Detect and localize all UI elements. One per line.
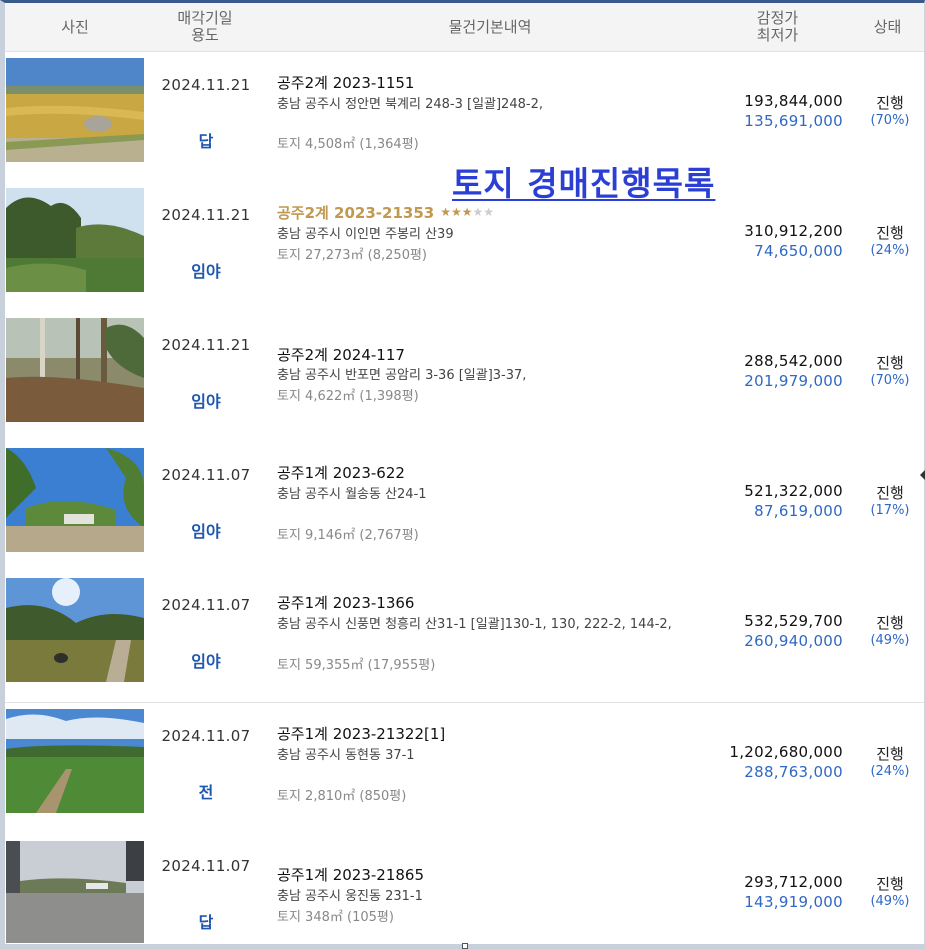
status-badge: 진행 bbox=[876, 875, 904, 893]
header-date: 매각기일 bbox=[177, 9, 233, 27]
usage-type: 전 bbox=[198, 783, 214, 802]
appraisal-price: 532,529,700 bbox=[744, 612, 843, 630]
table-row[interactable]: 2024.11.07 임야 공주1계 2023-622 충남 공주시 월송동 산… bbox=[5, 442, 924, 573]
hill-photo-icon[interactable] bbox=[6, 448, 144, 552]
address: 충남 공주시 신풍면 청흥리 산31-1 [일괄]130-1, 130, 222… bbox=[277, 617, 672, 632]
address: 충남 공주시 웅진동 231-1 bbox=[277, 889, 423, 904]
minimum-percent: (49%) bbox=[870, 894, 910, 909]
address: 충남 공주시 동현동 37-1 bbox=[277, 748, 415, 763]
minimum-percent: (17%) bbox=[870, 503, 910, 518]
case-number-link[interactable]: 공주1계 2023-622 bbox=[277, 462, 405, 483]
case-number-link[interactable]: 공주1계 2023-21322[1] bbox=[277, 723, 445, 744]
minimum-percent: (70%) bbox=[870, 373, 910, 388]
table-row[interactable]: 2024.11.07 전 공주1계 2023-21322[1] 충남 공주시 동… bbox=[5, 703, 924, 834]
usage-type: 임야 bbox=[191, 262, 221, 281]
usage-type: 답 bbox=[198, 913, 214, 932]
appraisal-price: 193,844,000 bbox=[744, 92, 843, 110]
land-area: 토지 2,810㎡ (850평) bbox=[277, 789, 407, 804]
minimum-percent: (49%) bbox=[870, 633, 910, 648]
status-badge: 진행 bbox=[876, 745, 904, 763]
field-photo-icon[interactable] bbox=[6, 709, 144, 813]
header-minimum: 최저가 bbox=[756, 26, 799, 44]
lot-photo-icon[interactable] bbox=[6, 841, 144, 943]
field-photo-icon[interactable] bbox=[6, 58, 144, 162]
usage-type: 답 bbox=[198, 132, 214, 151]
status-badge: 진행 bbox=[876, 224, 904, 242]
minimum-price: 201,979,000 bbox=[744, 372, 843, 390]
sale-date: 2024.11.07 bbox=[161, 857, 251, 875]
status-badge: 진행 bbox=[876, 614, 904, 632]
minimum-price: 87,619,000 bbox=[754, 502, 843, 520]
header-status: 상태 bbox=[873, 17, 902, 36]
header-photo: 사진 bbox=[61, 17, 89, 36]
sale-date: 2024.11.07 bbox=[161, 727, 251, 745]
appraisal-price: 310,912,200 bbox=[744, 222, 843, 240]
case-number-link[interactable]: 공주1계 2023-1366 bbox=[277, 592, 414, 613]
overlay-title: 토지 경매진행목록 bbox=[452, 164, 716, 203]
minimum-percent: (24%) bbox=[870, 764, 910, 779]
land-area: 토지 4,508㎡ (1,364평) bbox=[277, 137, 419, 152]
usage-type: 임야 bbox=[191, 522, 221, 541]
minimum-price: 260,940,000 bbox=[744, 632, 843, 650]
minimum-price: 143,919,000 bbox=[744, 893, 843, 911]
land-area: 토지 59,355㎡ (17,955평) bbox=[277, 658, 436, 673]
header-appraisal: 감정가 bbox=[756, 9, 799, 27]
address: 충남 공주시 반포면 공암리 3-36 [일괄]3-37, bbox=[277, 368, 527, 383]
hill-photo-icon[interactable] bbox=[6, 578, 144, 682]
sale-date: 2024.11.21 bbox=[161, 206, 251, 224]
sale-date: 2024.11.21 bbox=[161, 336, 251, 354]
sale-date: 2024.11.07 bbox=[161, 466, 251, 484]
status-badge: 진행 bbox=[876, 484, 904, 502]
table-row[interactable]: 2024.11.07 답 공주1계 2023-21865 충남 공주시 웅진동 … bbox=[5, 833, 924, 943]
minimum-price: 135,691,000 bbox=[744, 112, 843, 130]
case-number-text: 공주2계 2023-21353 bbox=[277, 204, 435, 222]
header-date-usage: 매각기일 용도 bbox=[145, 3, 265, 51]
case-number-link[interactable]: 공주1계 2023-21865 bbox=[277, 864, 424, 885]
minimum-percent: (70%) bbox=[870, 113, 910, 128]
forest-photo-icon[interactable] bbox=[6, 188, 144, 292]
table-header: 사진 매각기일 용도 물건기본내역 감정가 최저가 상태 bbox=[5, 3, 924, 52]
address: 충남 공주시 월송동 산24-1 bbox=[277, 487, 427, 502]
sale-date: 2024.11.07 bbox=[161, 596, 251, 614]
case-number-link[interactable]: 공주2계 2024-117 bbox=[277, 344, 405, 365]
minimum-price: 74,650,000 bbox=[754, 242, 843, 260]
header-usage: 용도 bbox=[191, 26, 219, 44]
land-area: 토지 9,146㎡ (2,767평) bbox=[277, 528, 419, 543]
status-badge: 진행 bbox=[876, 94, 904, 112]
usage-type: 임야 bbox=[191, 392, 221, 411]
forest-photo-icon[interactable] bbox=[6, 318, 144, 422]
header-info: 물건기본내역 bbox=[448, 17, 532, 36]
address: 충남 공주시 정안면 북계리 248-3 [일괄]248-2, bbox=[277, 97, 543, 112]
minimum-percent: (24%) bbox=[870, 243, 910, 258]
table-row[interactable]: 2024.11.07 임야 공주1계 2023-1366 충남 공주시 신풍면 … bbox=[5, 572, 924, 703]
appraisal-price: 521,322,000 bbox=[744, 482, 843, 500]
sale-date: 2024.11.21 bbox=[161, 76, 251, 94]
rating-stars-filled: ★★★ bbox=[440, 205, 473, 219]
usage-type: 임야 bbox=[191, 652, 221, 671]
appraisal-price: 293,712,000 bbox=[744, 873, 843, 891]
rating-stars: ★★★★★ bbox=[440, 205, 494, 219]
table-row[interactable]: 2024.11.21 임야 공주2계 2024-117 충남 공주시 반포면 공… bbox=[5, 312, 924, 443]
land-area: 토지 27,273㎡ (8,250평) bbox=[277, 248, 427, 263]
minimum-price: 288,763,000 bbox=[744, 763, 843, 781]
appraisal-price: 1,202,680,000 bbox=[729, 743, 843, 761]
rating-stars-empty: ★★ bbox=[472, 205, 495, 219]
scroll-arrow-icon[interactable] bbox=[920, 470, 925, 480]
appraisal-price: 288,542,000 bbox=[744, 352, 843, 370]
header-price: 감정가 최저가 bbox=[705, 3, 850, 51]
resize-handle-icon[interactable] bbox=[462, 943, 468, 949]
case-number-link[interactable]: 공주2계 2023-1151 bbox=[277, 72, 414, 93]
land-area: 토지 348㎡ (105평) bbox=[277, 910, 394, 925]
status-badge: 진행 bbox=[876, 354, 904, 372]
case-number-link[interactable]: 공주2계 2023-21353 ★★★★★ bbox=[277, 202, 494, 223]
land-area: 토지 4,622㎡ (1,398평) bbox=[277, 389, 419, 404]
address: 충남 공주시 이인면 주봉리 산39 bbox=[277, 227, 454, 242]
